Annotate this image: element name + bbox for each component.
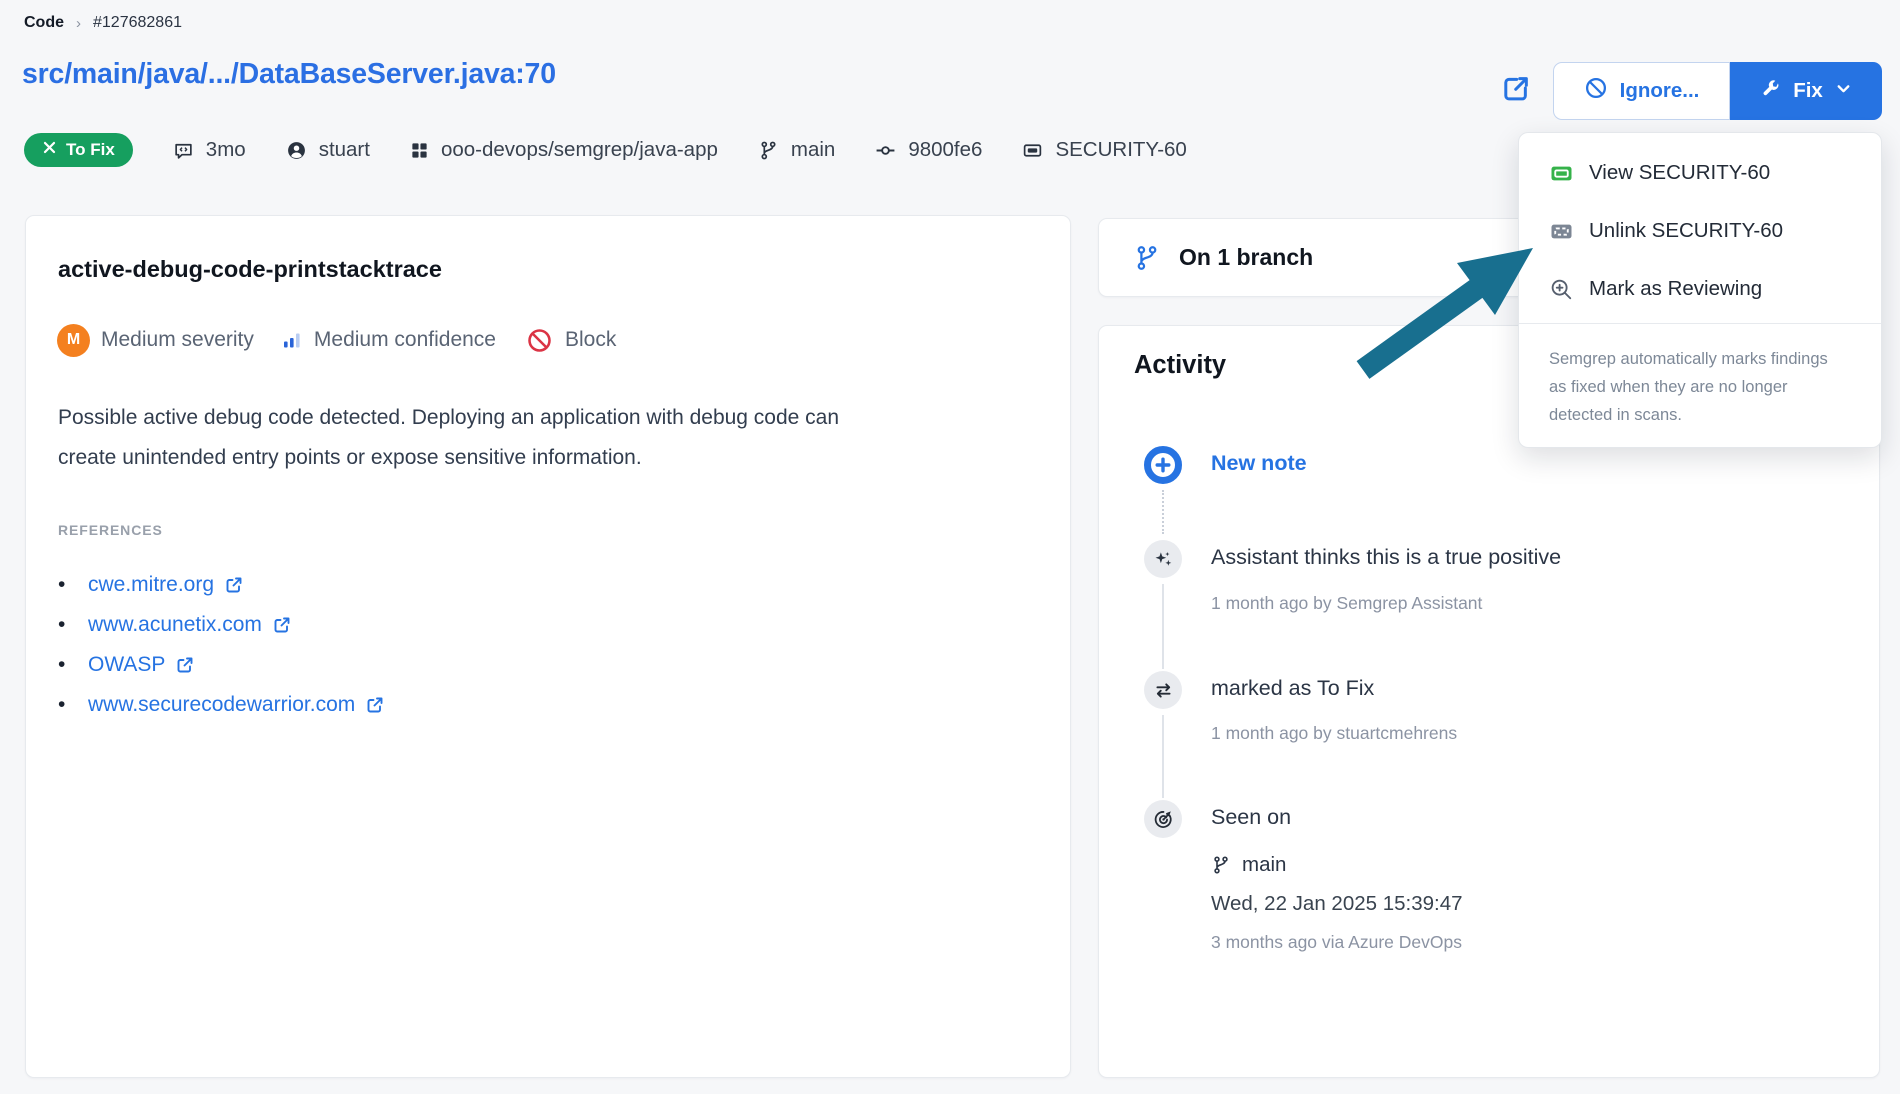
- commit-icon: [875, 140, 896, 161]
- share-button[interactable]: [1497, 72, 1535, 110]
- seen-on-source: 3 months ago via Azure DevOps: [1211, 932, 1462, 953]
- meta-repo-label: ooo-devops/semgrep/java-app: [441, 138, 718, 162]
- assistant-sparkles-icon: [1144, 540, 1182, 578]
- references-list: • cwe.mitre.org • www.acunetix.com • OWA…: [58, 565, 385, 725]
- branch-icon: [758, 140, 779, 161]
- apps-grid-icon: [410, 141, 429, 160]
- list-item: • www.securecodewarrior.com: [58, 685, 385, 725]
- timeline-connector: [1162, 490, 1164, 534]
- timeline-connector: [1162, 715, 1164, 798]
- magnifier-plus-icon: [1549, 277, 1574, 302]
- menu-item-label: Unlink SECURITY-60: [1589, 219, 1783, 243]
- new-note-button[interactable]: New note: [1211, 451, 1307, 476]
- breadcrumb: Code › #127682861: [24, 14, 182, 32]
- branch-icon: [1211, 855, 1231, 875]
- rule-name: active-debug-code-printstacktrace: [58, 256, 442, 283]
- status-change-icon: [1144, 671, 1182, 709]
- meta-commit: 9800fe6: [875, 138, 982, 162]
- meta-author: stuart: [286, 138, 370, 162]
- status-badge-label: To Fix: [66, 140, 115, 160]
- activity-event-subtitle: 1 month ago by stuartcmehrens: [1211, 723, 1457, 744]
- external-link-icon: [272, 615, 292, 635]
- user-icon: [286, 140, 307, 161]
- finding-description: Possible active debug code detected. Dep…: [58, 398, 848, 478]
- activity-event-title: Seen on: [1211, 805, 1291, 830]
- bullet-icon: •: [58, 613, 88, 637]
- menu-item-mark-reviewing[interactable]: Mark as Reviewing: [1549, 273, 1762, 305]
- reference-link[interactable]: cwe.mitre.org: [88, 573, 244, 597]
- block-label: Block: [565, 328, 616, 352]
- breadcrumb-finding-id: #127682861: [93, 14, 182, 32]
- menu-note: Semgrep automatically marks findings as …: [1549, 345, 1849, 429]
- external-link-icon: [175, 655, 195, 675]
- finding-meta-row: To Fix 3mo stuart ooo-devops/semgrep/jav…: [24, 133, 1187, 167]
- branch-icon: [1133, 244, 1161, 272]
- confidence-label: Medium confidence: [314, 328, 496, 352]
- fix-button[interactable]: Fix: [1730, 62, 1882, 120]
- meta-branch: main: [758, 138, 835, 162]
- timeline-connector: [1162, 584, 1164, 669]
- meta-commit-label: 9800fe6: [908, 138, 982, 162]
- scan-radar-icon: [1144, 800, 1182, 838]
- ignore-button[interactable]: Ignore...: [1553, 62, 1730, 120]
- fix-dropdown-menu: View SECURITY-60 Unlink SECURITY-60 Mark…: [1518, 132, 1882, 448]
- ticket-icon: [1022, 140, 1043, 161]
- activity-heading: Activity: [1134, 351, 1226, 380]
- ticket-green-icon: [1549, 161, 1574, 186]
- wrench-icon: [1760, 78, 1781, 105]
- ticket-unlink-icon: [1549, 219, 1574, 244]
- seen-on-branch-label: main: [1242, 853, 1286, 877]
- seen-on-timestamp: Wed, 22 Jan 2025 15:39:47: [1211, 892, 1463, 916]
- fix-button-label: Fix: [1793, 79, 1823, 103]
- block-icon: [526, 327, 553, 354]
- chevron-down-icon: [1835, 79, 1852, 103]
- severity-row: M Medium severity Medium confidence Bloc…: [57, 323, 616, 357]
- meta-branch-label: main: [791, 138, 835, 162]
- external-link-icon: [224, 575, 244, 595]
- medium-severity-icon: M: [57, 324, 90, 357]
- external-link-icon: [365, 695, 385, 715]
- seen-on-branch: main: [1211, 853, 1286, 877]
- menu-item-view-ticket[interactable]: View SECURITY-60: [1549, 157, 1770, 189]
- comment-code-icon: [173, 140, 194, 161]
- reference-link[interactable]: www.acunetix.com: [88, 613, 292, 637]
- tools-icon: [42, 140, 57, 160]
- prohibit-icon: [1584, 76, 1608, 106]
- activity-event-title: marked as To Fix: [1211, 676, 1374, 701]
- add-note-icon[interactable]: [1143, 445, 1183, 485]
- ignore-button-label: Ignore...: [1620, 79, 1700, 103]
- branch-card-label: On 1 branch: [1179, 244, 1313, 271]
- references-heading: REFERENCES: [58, 522, 163, 538]
- finding-file-link[interactable]: src/main/java/.../DataBaseServer.java:70: [22, 58, 556, 91]
- meta-repo: ooo-devops/semgrep/java-app: [410, 138, 718, 162]
- meta-ticket: SECURITY-60: [1022, 138, 1186, 162]
- action-button-group: Ignore... Fix: [1553, 62, 1882, 120]
- menu-item-label: Mark as Reviewing: [1589, 277, 1762, 301]
- finding-detail-card: active-debug-code-printstacktrace M Medi…: [25, 215, 1071, 1078]
- menu-divider: [1519, 323, 1881, 324]
- breadcrumb-section[interactable]: Code: [24, 14, 64, 32]
- activity-event-subtitle: 1 month ago by Semgrep Assistant: [1211, 593, 1482, 614]
- list-item: • OWASP: [58, 645, 385, 685]
- reference-link[interactable]: OWASP: [88, 653, 195, 677]
- status-badge: To Fix: [24, 133, 133, 167]
- menu-item-unlink-ticket[interactable]: Unlink SECURITY-60: [1549, 215, 1783, 247]
- meta-age: 3mo: [173, 138, 246, 162]
- reference-link[interactable]: www.securecodewarrior.com: [88, 693, 385, 717]
- list-item: • cwe.mitre.org: [58, 565, 385, 605]
- bullet-icon: •: [58, 653, 88, 677]
- breadcrumb-chevron-icon: ›: [76, 15, 81, 32]
- confidence-bars-icon: [282, 330, 302, 350]
- menu-item-label: View SECURITY-60: [1589, 161, 1770, 185]
- meta-age-label: 3mo: [206, 138, 246, 162]
- meta-ticket-label: SECURITY-60: [1055, 138, 1186, 162]
- bullet-icon: •: [58, 693, 88, 717]
- semgrep-finding-page: Code › #127682861 src/main/java/.../Data…: [0, 0, 1900, 1094]
- share-icon: [1499, 72, 1533, 111]
- meta-author-label: stuart: [319, 138, 370, 162]
- bullet-icon: •: [58, 573, 88, 597]
- list-item: • www.acunetix.com: [58, 605, 385, 645]
- activity-event-title: Assistant thinks this is a true positive: [1211, 545, 1561, 570]
- severity-label: Medium severity: [101, 328, 254, 352]
